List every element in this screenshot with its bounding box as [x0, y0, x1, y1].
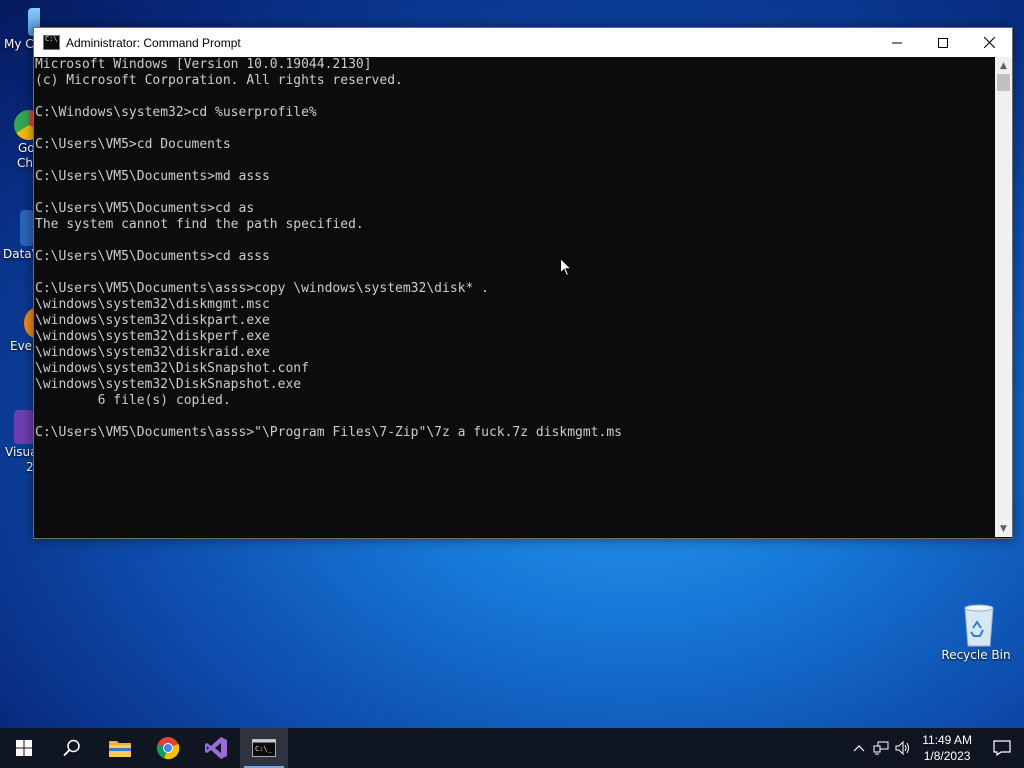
console-line: C:\Users\VM5\Documents>cd as: [35, 201, 255, 216]
visual-studio-icon: [14, 410, 34, 444]
maximize-icon: [938, 37, 948, 48]
chevron-up-icon: [853, 745, 865, 752]
console-line: \windows\system32\diskmgmt.msc: [35, 297, 270, 312]
console-line: \windows\system32\diskperf.exe: [35, 329, 270, 344]
console-line: \windows\system32\DiskSnapshot.conf: [35, 361, 309, 376]
close-icon: [983, 37, 995, 48]
taskbar: C:\_ 11:49 AM 1/8/2023: [0, 728, 1024, 768]
console-line: Microsoft Windows [Version 10.0.19044.21…: [35, 57, 372, 72]
console-line: C:\Windows\system32>cd %userprofile%: [35, 105, 317, 120]
clock[interactable]: 11:49 AM 1/8/2023: [914, 732, 980, 764]
network-icon: [873, 741, 889, 755]
chrome-icon: [156, 737, 180, 760]
window-title: Administrator: Command Prompt: [66, 35, 241, 50]
clock-time: 11:49 AM: [922, 733, 972, 747]
file-explorer-button[interactable]: [96, 728, 144, 768]
action-center-button[interactable]: [980, 728, 1024, 768]
search-icon: [63, 739, 80, 757]
maximize-button[interactable]: [920, 28, 966, 57]
clock-date: 1/8/2023: [923, 749, 971, 763]
command-prompt-icon: [43, 35, 60, 50]
console-output[interactable]: Microsoft Windows [Version 10.0.19044.21…: [34, 57, 996, 537]
console-line: C:\Users\VM5\Documents>md asss: [35, 169, 270, 184]
minimize-button[interactable]: [874, 28, 920, 57]
system-tray: 11:49 AM 1/8/2023: [848, 728, 1024, 768]
close-button[interactable]: [966, 28, 1012, 57]
search-button[interactable]: [48, 728, 96, 768]
console-line: C:\Users\VM5\Documents>cd asss: [35, 249, 270, 264]
recycle-bin-icon: [959, 602, 994, 647]
visual-studio-button[interactable]: [192, 728, 240, 768]
console-line: C:\Users\VM5\Documents\asss>"\Program Fi…: [35, 425, 622, 440]
command-prompt-icon: C:\_: [252, 739, 276, 757]
svg-text:C:\_: C:\_: [255, 745, 273, 753]
speaker-icon: [895, 741, 910, 755]
scroll-down-arrow-icon[interactable]: ▼: [995, 520, 1012, 537]
title-bar[interactable]: Administrator: Command Prompt: [34, 28, 1012, 57]
volume-button[interactable]: [892, 728, 914, 768]
console-line: C:\Users\VM5>cd Documents: [35, 137, 231, 152]
console-line: \windows\system32\diskraid.exe: [35, 345, 270, 360]
console-line: (c) Microsoft Corporation. All rights re…: [35, 73, 403, 88]
scroll-up-arrow-icon[interactable]: ▲: [995, 57, 1012, 74]
windows-logo-icon: [16, 740, 32, 756]
start-button[interactable]: [0, 728, 48, 768]
network-button[interactable]: [870, 728, 892, 768]
show-hidden-icons-button[interactable]: [848, 728, 870, 768]
chrome-button[interactable]: [144, 728, 192, 768]
command-prompt-button[interactable]: C:\_: [240, 728, 288, 768]
command-prompt-window[interactable]: Administrator: Command Prompt Microsoft …: [33, 27, 1013, 539]
mouse-cursor-icon: [560, 258, 572, 277]
console-line: \windows\system32\diskpart.exe: [35, 313, 270, 328]
minimize-icon: [892, 42, 902, 43]
vertical-scrollbar[interactable]: ▲ ▼: [995, 57, 1012, 537]
console-line: The system cannot find the path specifie…: [35, 217, 364, 232]
console-line: 6 file(s) copied.: [35, 393, 231, 408]
folder-icon: [109, 741, 131, 757]
visual-studio-icon: [205, 737, 227, 759]
datav-icon: [20, 210, 34, 246]
console-line: \windows\system32\DiskSnapshot.exe: [35, 377, 302, 392]
console-line: C:\Users\VM5\Documents\asss>copy \window…: [35, 281, 489, 296]
notification-icon: [993, 740, 1011, 756]
scrollbar-thumb[interactable]: [997, 74, 1010, 91]
desktop-icon-recycle-bin[interactable]: Recycle Bin: [937, 602, 1015, 662]
